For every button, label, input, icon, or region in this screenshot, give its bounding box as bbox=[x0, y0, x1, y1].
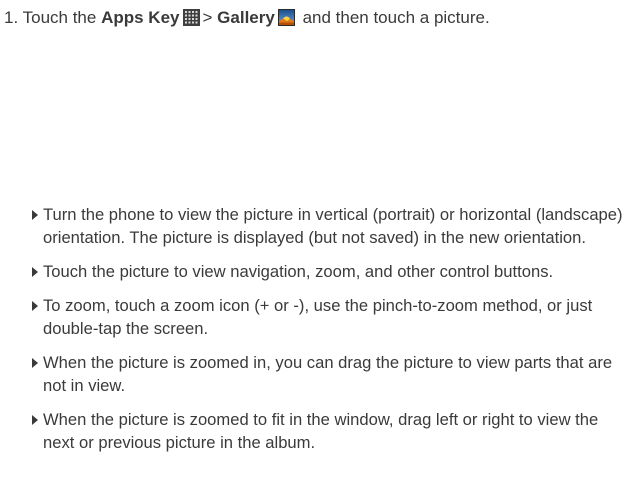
step-text-after: and then touch a picture. bbox=[302, 8, 490, 27]
step-1-instruction: 1. Touch the Apps Key > Gallery and then… bbox=[4, 6, 490, 30]
step-number: 1. bbox=[4, 8, 19, 27]
list-item: Touch the picture to view navigation, zo… bbox=[32, 260, 632, 283]
list-item: When the picture is zoomed in, you can d… bbox=[32, 351, 632, 397]
tips-list: Turn the phone to view the picture in ve… bbox=[32, 203, 632, 465]
list-item: Turn the phone to view the picture in ve… bbox=[32, 203, 632, 249]
list-item: When the picture is zoomed to fit in the… bbox=[32, 408, 632, 454]
list-item: To zoom, touch a zoom icon (+ or -), use… bbox=[32, 294, 632, 340]
apps-grid-icon bbox=[182, 9, 200, 26]
bullet-arrow-icon bbox=[32, 301, 38, 311]
list-item-text: When the picture is zoomed in, you can d… bbox=[43, 353, 613, 395]
list-item-text: Turn the phone to view the picture in ve… bbox=[43, 205, 623, 247]
bullet-arrow-icon bbox=[32, 358, 38, 368]
step-text-before: Touch the bbox=[22, 8, 97, 27]
gallery-label: Gallery bbox=[217, 8, 275, 27]
list-item-text: To zoom, touch a zoom icon (+ or -), use… bbox=[43, 296, 593, 338]
bullet-arrow-icon bbox=[32, 415, 38, 425]
bullet-arrow-icon bbox=[32, 267, 38, 277]
apps-key-label: Apps Key bbox=[101, 8, 180, 27]
list-item-text: When the picture is zoomed to fit in the… bbox=[43, 410, 599, 452]
gallery-landscape-icon bbox=[277, 9, 295, 26]
breadcrumb-separator: > bbox=[202, 8, 213, 27]
list-item-text: Touch the picture to view navigation, zo… bbox=[43, 262, 554, 281]
bullet-arrow-icon bbox=[32, 210, 38, 220]
